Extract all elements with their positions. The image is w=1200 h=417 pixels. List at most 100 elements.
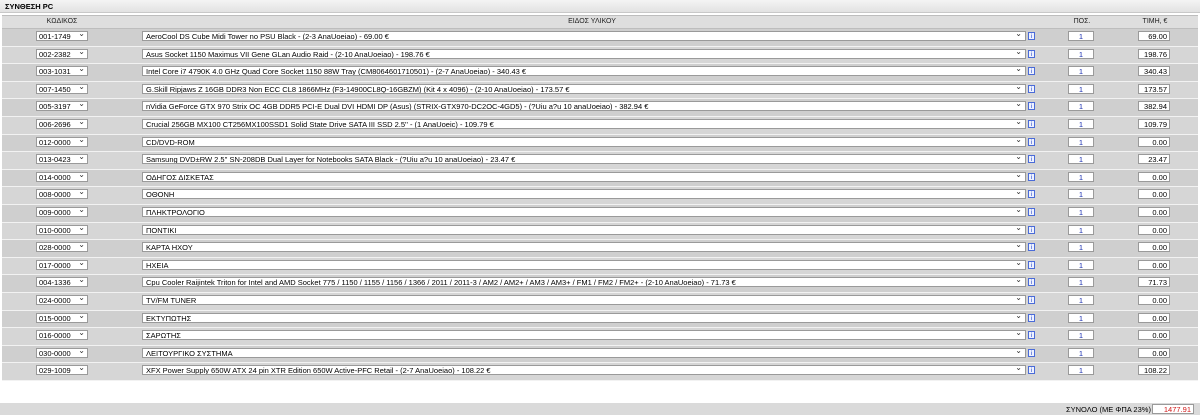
price-field: 0.00 [1138, 189, 1170, 200]
code-select[interactable]: 007-1450 [36, 82, 88, 94]
info-icon[interactable]: i [1028, 295, 1035, 304]
item-select[interactable]: ΟΘΟΝΗ [142, 189, 1026, 200]
info-icon[interactable]: i [1028, 172, 1035, 181]
info-icon[interactable]: i [1028, 137, 1035, 146]
price-field: 109.79 [1138, 118, 1170, 129]
code-select[interactable]: 013-0423 [36, 152, 88, 165]
price-field: 0.00 [1138, 259, 1170, 270]
code-select[interactable]: 008-0000 [36, 187, 88, 200]
quantity-input[interactable]: 1 [1068, 259, 1094, 270]
info-icon[interactable]: i [1028, 207, 1035, 216]
code-select[interactable]: 006-2696 [36, 117, 88, 129]
item-select[interactable]: Crucial 256GB MX100 CT256MX100SSD1 Solid… [142, 118, 1026, 129]
code-select[interactable]: 012-0000 [36, 135, 88, 147]
code-select[interactable]: 016-0000 [36, 328, 88, 341]
code-select[interactable]: 024-0000 [36, 293, 88, 305]
item-select[interactable]: ΠΟΝΤΙΚΙ [142, 224, 1026, 235]
info-icon[interactable]: i [1028, 84, 1035, 93]
table-row: 002-2382 Asus Socket 1150 Maximus VII Gen… [2, 46, 1198, 65]
item-select[interactable]: ΛΕΙΤΟΥΡΓΙΚΟ ΣΥΣΤΗΜΑ [142, 347, 1026, 358]
quantity-input[interactable]: 1 [1068, 277, 1094, 288]
price-field: 0.00 [1138, 312, 1170, 323]
info-icon[interactable]: i [1028, 260, 1035, 269]
info-icon[interactable]: i [1028, 102, 1035, 111]
code-select[interactable]: 017-0000 [36, 258, 88, 270]
info-icon[interactable]: i [1028, 366, 1035, 375]
info-icon[interactable]: i [1028, 155, 1035, 164]
item-select[interactable]: CD/DVD-ROM [142, 136, 1026, 147]
code-select[interactable]: 028-0000 [36, 240, 88, 253]
code-select[interactable]: 002-2382 [36, 47, 88, 59]
item-select[interactable]: ΣΑΡΩΤΗΣ [142, 330, 1026, 341]
item-select[interactable]: ΚΑΡΤΑ ΗΧΟΥ [142, 242, 1026, 253]
info-icon[interactable]: i [1028, 331, 1035, 340]
table-row: 024-0000 TV/FM TUNERi 1 0.00 [2, 292, 1198, 311]
code-select[interactable]: 015-0000 [36, 311, 88, 323]
quantity-input[interactable]: 1 [1068, 154, 1094, 165]
code-select[interactable]: 010-0000 [36, 223, 88, 235]
quantity-input[interactable]: 1 [1068, 330, 1094, 341]
info-icon[interactable]: i [1028, 278, 1035, 287]
quantity-input[interactable]: 1 [1068, 189, 1094, 200]
header-price: ΤΙΜΗ, € [1142, 18, 1168, 25]
table-row: 014-0000 ΟΔΗΓΟΣ ΔΙΣΚΕΤΑΣi 1 0.00 [2, 169, 1198, 188]
item-select[interactable]: Intel Core i7 4790K 4.0 GHz Quad Core So… [142, 66, 1026, 77]
item-select[interactable]: ΕΚΤΥΠΩΤΗΣ [142, 312, 1026, 323]
table-row: 015-0000 ΕΚΤΥΠΩΤΗΣi 1 0.00 [2, 310, 1198, 329]
code-select[interactable]: 030-0000 [36, 346, 88, 358]
info-icon[interactable]: i [1028, 32, 1035, 40]
quantity-input[interactable]: 1 [1068, 224, 1094, 235]
price-field: 173.57 [1138, 83, 1170, 94]
code-select[interactable]: 029-1009 [36, 363, 88, 376]
item-select[interactable]: Cpu Cooler Raijintek Triton for Intel an… [142, 277, 1026, 288]
item-select[interactable]: ΟΔΗΓΟΣ ΔΙΣΚΕΤΑΣ [142, 171, 1026, 182]
info-icon[interactable]: i [1028, 243, 1035, 252]
table-row: 009-0000 ΠΛΗΚΤΡΟΛΟΓΙΟi 1 0.00 [2, 204, 1198, 223]
item-select[interactable]: nVidia GeForce GTX 970 Strix OC 4GB DDR5… [142, 101, 1026, 112]
code-select[interactable]: 004-1336 [36, 275, 88, 288]
item-select[interactable]: TV/FM TUNER [142, 294, 1026, 305]
header-item: ΕΙΔΟΣ ΥΛΙΚΟΥ [568, 18, 616, 25]
code-select[interactable]: 005-3197 [36, 99, 88, 112]
quantity-input[interactable]: 1 [1068, 206, 1094, 217]
quantity-input[interactable]: 1 [1068, 242, 1094, 253]
info-icon[interactable]: i [1028, 119, 1035, 128]
item-select[interactable]: AeroCool DS Cube Midi Tower no PSU Black… [142, 31, 1026, 41]
table-header: ΚΩΔΙΚΟΣ ΕΙΔΟΣ ΥΛΙΚΟΥ ΠΟΣ. ΤΙΜΗ, € [2, 15, 1198, 29]
quantity-input[interactable]: 1 [1068, 171, 1094, 182]
code-select[interactable]: 009-0000 [36, 205, 88, 217]
info-icon[interactable]: i [1028, 190, 1035, 199]
price-field: 69.00 [1138, 31, 1170, 41]
quantity-input[interactable]: 1 [1068, 31, 1094, 41]
code-select[interactable]: 001-1749 [36, 29, 88, 41]
quantity-input[interactable]: 1 [1068, 66, 1094, 77]
item-select[interactable]: ΗΧΕΙΑ [142, 259, 1026, 270]
info-icon[interactable]: i [1028, 67, 1035, 76]
item-select[interactable]: Asus Socket 1150 Maximus VII Gene GLan A… [142, 48, 1026, 59]
info-icon[interactable]: i [1028, 225, 1035, 234]
table-row: 006-2696 Crucial 256GB MX100 CT256MX100SS… [2, 116, 1198, 135]
quantity-input[interactable]: 1 [1068, 48, 1094, 59]
quantity-input[interactable]: 1 [1068, 347, 1094, 358]
quantity-input[interactable]: 1 [1068, 83, 1094, 94]
price-field: 0.00 [1138, 206, 1170, 217]
info-icon[interactable]: i [1028, 49, 1035, 58]
quantity-input[interactable]: 1 [1068, 118, 1094, 129]
table-row: 028-0000 ΚΑΡΤΑ ΗΧΟΥi 1 0.00 [2, 240, 1198, 258]
total-label: ΣΥΝΟΛΟ (ΜΕ ΦΠΑ 23%) [1066, 405, 1151, 414]
item-select[interactable]: Samsung DVD±RW 2.5'' SN-208DB Dual Layer… [142, 154, 1026, 165]
code-select[interactable]: 003-1031 [36, 64, 88, 77]
quantity-input[interactable]: 1 [1068, 365, 1094, 376]
info-icon[interactable]: i [1028, 313, 1035, 322]
code-select[interactable]: 014-0000 [36, 170, 88, 182]
quantity-input[interactable]: 1 [1068, 294, 1094, 305]
item-select[interactable]: XFX Power Supply 650W ATX 24 pin XTR Edi… [142, 365, 1026, 376]
quantity-input[interactable]: 1 [1068, 312, 1094, 323]
price-field: 0.00 [1138, 136, 1170, 147]
info-icon[interactable]: i [1028, 348, 1035, 357]
quantity-input[interactable]: 1 [1068, 136, 1094, 147]
price-field: 71.73 [1138, 277, 1170, 288]
item-select[interactable]: G.Skill Ripjaws Z 16GB DDR3 Non ECC CL8 … [142, 83, 1026, 94]
item-select[interactable]: ΠΛΗΚΤΡΟΛΟΓΙΟ [142, 206, 1026, 217]
quantity-input[interactable]: 1 [1068, 101, 1094, 112]
